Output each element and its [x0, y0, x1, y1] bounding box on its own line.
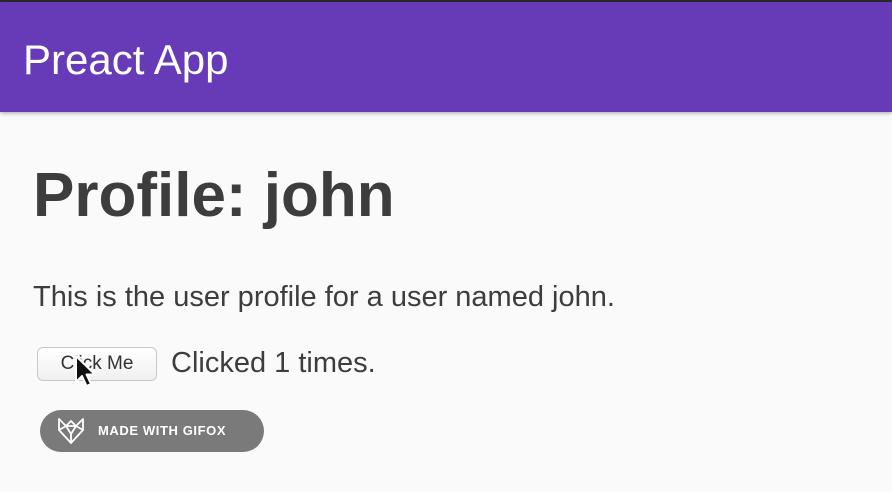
made-with-gifox-badge[interactable]: MADE WITH GIFOX [40, 410, 264, 452]
fox-logo-icon [58, 418, 84, 444]
click-me-button[interactable]: Click Me [37, 347, 157, 381]
page-title: Profile: john [33, 161, 395, 230]
click-count-text: Clicked 1 times. [171, 347, 376, 379]
badge-label: MADE WITH GIFOX [98, 423, 227, 438]
app-title: Preact App [23, 36, 229, 83]
profile-description: This is the user profile for a user name… [33, 281, 615, 313]
app-header: Preact App [0, 2, 892, 112]
